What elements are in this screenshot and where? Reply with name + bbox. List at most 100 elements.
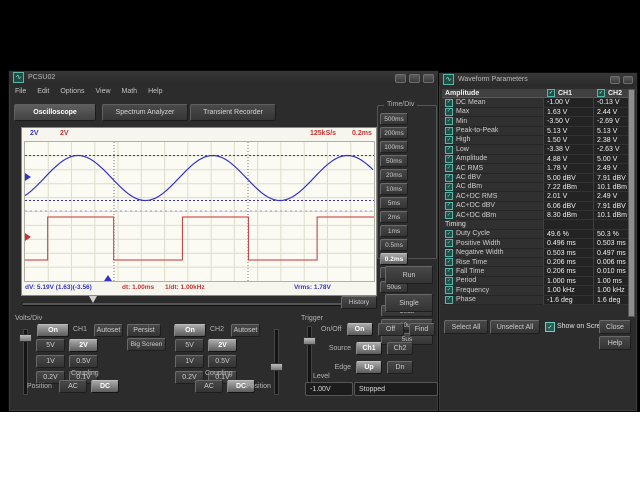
timediv-100ms-button[interactable]: 100ms — [380, 141, 408, 153]
param-toggle-icon[interactable]: ✓ — [445, 174, 453, 182]
param-value-cell: 8.30 dBm — [543, 211, 593, 220]
param-toggle-icon[interactable]: ✓ — [445, 146, 453, 154]
show-on-screen-checkbox[interactable]: ✓ — [545, 322, 555, 332]
ch2-coupling-ac-button[interactable]: AC — [195, 380, 223, 393]
trigger-dn-button[interactable]: Dn — [387, 361, 413, 374]
sample-rate-readout: 125kS/s — [310, 130, 336, 137]
timediv-1ms-button[interactable]: 1ms — [380, 225, 408, 237]
timediv-5ms-button[interactable]: 5ms — [380, 197, 408, 209]
ch1-1V-button[interactable]: 1V — [36, 355, 65, 368]
params-close-action-button[interactable]: Close — [599, 320, 631, 334]
ch2-1V-button[interactable]: 1V — [175, 355, 204, 368]
param-toggle-icon[interactable]: ✓ — [445, 136, 453, 144]
ch2-0.5V-button[interactable]: 0.5V — [208, 355, 237, 368]
ch2-2V-button[interactable]: 2V — [208, 339, 237, 352]
param-value-cell — [593, 220, 629, 229]
timediv-50ms-button[interactable]: 50ms — [380, 155, 408, 167]
param-value-cell: 1.00 kHz — [593, 286, 629, 295]
ch1-5V-button[interactable]: 5V — [36, 339, 65, 352]
ch2-5V-button[interactable]: 5V — [175, 339, 204, 352]
single-button[interactable]: Single — [385, 294, 433, 312]
run-button[interactable]: Run — [385, 266, 433, 284]
menu-file[interactable]: File — [15, 88, 26, 95]
trigger-on-button[interactable]: On — [347, 323, 373, 336]
maximize-button[interactable] — [409, 74, 420, 83]
select-all-button[interactable]: Select All — [444, 320, 488, 334]
channel-toggle-icon[interactable]: ✓ — [547, 89, 555, 97]
main-titlebar[interactable]: ∿ PCSU02 — [9, 71, 438, 84]
param-toggle-icon[interactable]: ✓ — [445, 230, 453, 238]
trigger-ch1-button[interactable]: Ch1 — [356, 342, 382, 355]
trigger-find-button[interactable]: Find — [409, 323, 435, 336]
voltsdiv-label: Volts/Div — [15, 315, 42, 322]
param-table-scrollbar[interactable] — [628, 89, 635, 317]
param-toggle-icon[interactable]: ✓ — [445, 211, 453, 219]
ch2-label: CH2 — [210, 326, 224, 333]
param-toggle-icon[interactable]: ✓ — [445, 258, 453, 266]
param-toggle-icon[interactable]: ✓ — [445, 183, 453, 191]
timediv-2ms-button[interactable]: 2ms — [380, 211, 408, 223]
menu-bar: File Edit Options View Math Help — [15, 88, 162, 95]
ch2-position-handle[interactable] — [270, 363, 283, 371]
tab-transient-recorder[interactable]: Transient Recorder — [190, 104, 276, 121]
param-label: Peak-to-Peak — [456, 126, 498, 135]
param-toggle-icon[interactable]: ✓ — [445, 117, 453, 125]
param-toggle-icon[interactable]: ✓ — [445, 127, 453, 135]
ch1-on-button[interactable]: On — [37, 324, 69, 337]
ch2-on-button[interactable]: On — [174, 324, 206, 337]
params-help-button[interactable]: Help — [599, 336, 631, 350]
timediv-20ms-button[interactable]: 20ms — [380, 169, 408, 181]
big-screen-button[interactable]: Big Screen — [127, 338, 166, 351]
params-titlebar[interactable]: ∿ Waveform Parameters — [439, 73, 637, 86]
ch1-0.5V-button[interactable]: 0.5V — [69, 355, 98, 368]
param-value-cell: 1.00 kHz — [543, 286, 593, 295]
params-minimize-button[interactable] — [610, 76, 620, 84]
timediv-200ms-button[interactable]: 200ms — [380, 127, 408, 139]
channel-toggle-icon[interactable]: ✓ — [597, 89, 605, 97]
param-toggle-icon[interactable]: ✓ — [445, 155, 453, 163]
ch1-coupling-ac-button[interactable]: AC — [59, 380, 87, 393]
ch1-2V-button[interactable]: 2V — [69, 339, 98, 352]
trigger-up-button[interactable]: Up — [356, 361, 382, 374]
minimize-button[interactable] — [395, 74, 406, 83]
persist-button[interactable]: Persist — [127, 324, 161, 337]
tab-spectrum-analyzer[interactable]: Spectrum Analyzer — [102, 104, 188, 121]
ch1-autoset-button[interactable]: Autoset — [94, 324, 123, 337]
param-toggle-icon[interactable]: ✓ — [445, 277, 453, 285]
param-toggle-icon[interactable]: ✓ — [445, 239, 453, 247]
ch2-position-track[interactable] — [274, 329, 279, 395]
scope-grid[interactable] — [24, 141, 375, 282]
trigger-off-button[interactable]: Off — [378, 323, 404, 336]
param-toggle-icon[interactable]: ✓ — [445, 296, 453, 304]
param-toggle-icon[interactable]: ✓ — [445, 99, 453, 107]
close-button[interactable] — [423, 74, 434, 83]
trigger-level-handle[interactable] — [303, 337, 316, 345]
unselect-all-button[interactable]: Unselect All — [490, 320, 540, 334]
menu-view[interactable]: View — [95, 88, 110, 95]
history-button[interactable]: History — [341, 296, 377, 309]
menu-math[interactable]: Math — [122, 88, 138, 95]
scope-scroll-thumb[interactable] — [89, 296, 97, 303]
ch1-coupling-dc-button[interactable]: DC — [91, 380, 119, 393]
timediv-500ms-button[interactable]: 500ms — [380, 113, 408, 125]
tab-oscilloscope[interactable]: Oscilloscope — [14, 104, 96, 121]
timediv-10ms-button[interactable]: 10ms — [380, 183, 408, 195]
menu-help[interactable]: Help — [148, 88, 162, 95]
param-toggle-icon[interactable]: ✓ — [445, 202, 453, 210]
scope-scroll-track[interactable] — [23, 303, 353, 306]
ch1-position-handle[interactable] — [19, 334, 32, 342]
timediv-0.5ms-button[interactable]: 0.5ms — [380, 239, 408, 251]
ch2-autoset-button[interactable]: Autoset — [231, 324, 260, 337]
scope-header: 2V 2V 125kS/s 0.2ms — [22, 128, 376, 141]
menu-options[interactable]: Options — [60, 88, 84, 95]
param-toggle-icon[interactable]: ✓ — [445, 108, 453, 116]
params-close-button[interactable] — [623, 76, 633, 84]
param-toggle-icon[interactable]: ✓ — [445, 249, 453, 257]
timediv-0.2ms-button[interactable]: 0.2ms — [380, 253, 408, 265]
trigger-ch2-button[interactable]: Ch2 — [387, 342, 413, 355]
param-toggle-icon[interactable]: ✓ — [445, 286, 453, 294]
param-toggle-icon[interactable]: ✓ — [445, 164, 453, 172]
param-toggle-icon[interactable]: ✓ — [445, 192, 453, 200]
param-toggle-icon[interactable]: ✓ — [445, 268, 453, 276]
menu-edit[interactable]: Edit — [37, 88, 49, 95]
